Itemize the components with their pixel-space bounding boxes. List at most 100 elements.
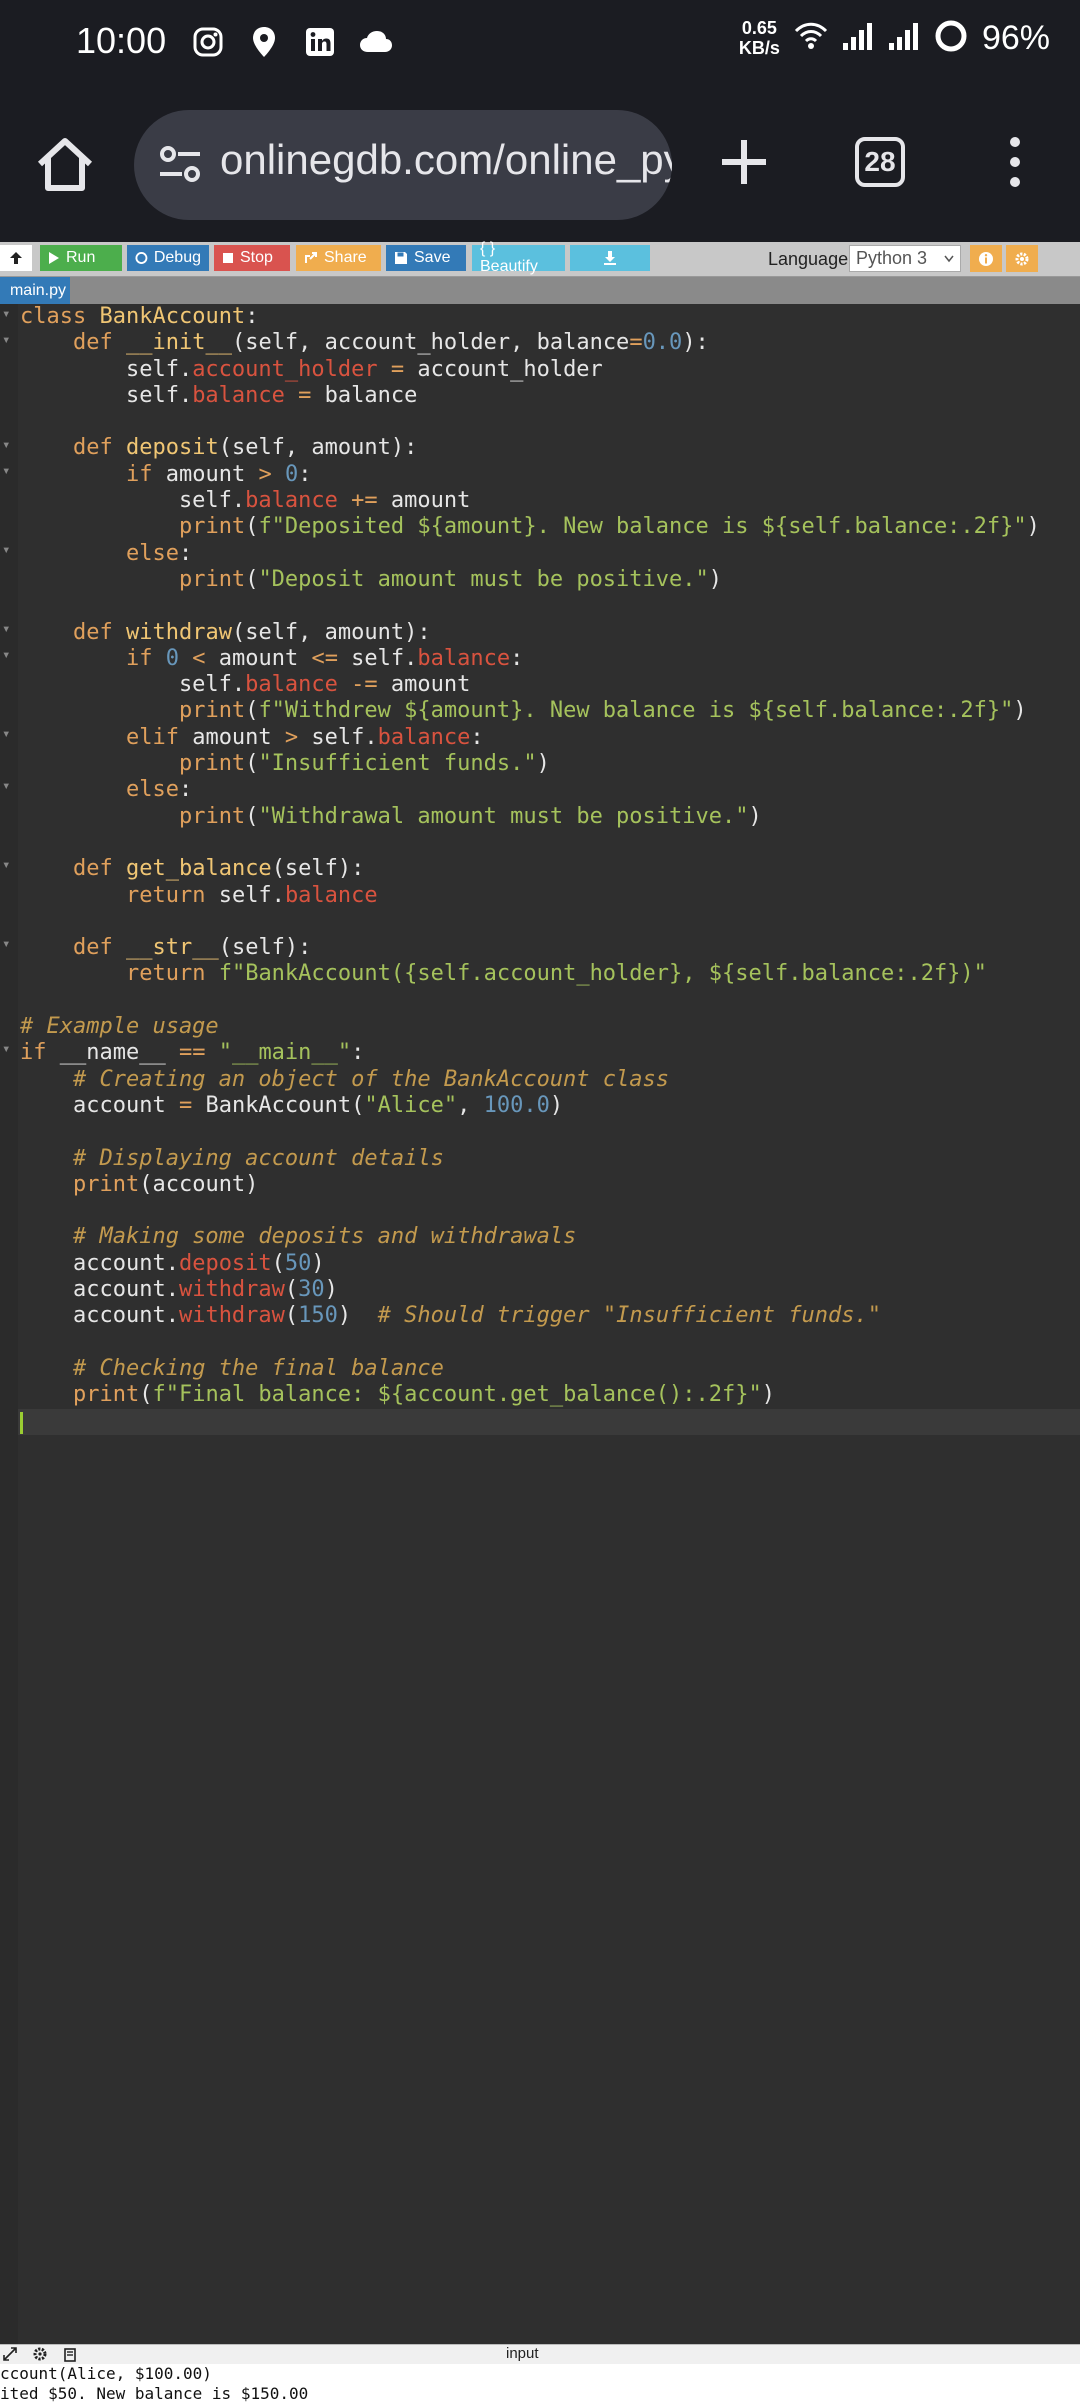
- tab-switcher-button[interactable]: 28: [855, 137, 905, 187]
- language-label: Language: [768, 249, 849, 269]
- code-line: if __name__ == "__main__":: [20, 1040, 365, 1066]
- home-icon: [37, 138, 93, 191]
- debug-label: Debug: [153, 249, 201, 266]
- code-line: return f"BankAccount({self.account_holde…: [125, 961, 987, 987]
- new-tab-button[interactable]: [714, 132, 774, 192]
- clear-output-icon[interactable]: [62, 2346, 78, 2362]
- code-line: def deposit(self, amount):: [72, 435, 418, 461]
- share-button[interactable]: Share: [296, 245, 381, 271]
- browser-menu-button[interactable]: [995, 132, 1035, 192]
- home-button[interactable]: [30, 130, 100, 200]
- code-line: ​: [20, 1408, 1040, 1434]
- stop-icon: [223, 253, 233, 263]
- fold-arrow-icon[interactable]: ▾: [2, 542, 14, 568]
- fold-arrow-icon[interactable]: ▾: [2, 1041, 14, 1067]
- save-button[interactable]: Save: [386, 245, 466, 271]
- debug-button[interactable]: Debug: [127, 245, 209, 271]
- output-console[interactable]: ccount(Alice, $100.00) ited $50. New bal…: [0, 2364, 1080, 2404]
- fold-arrow-icon[interactable]: ▾: [2, 647, 14, 673]
- battery-ring-icon: [934, 19, 968, 57]
- fold-arrow-icon[interactable]: ▾: [2, 463, 14, 489]
- signal-icon: [888, 21, 920, 55]
- status-right: 0.65 KB/s 96%: [739, 18, 1050, 58]
- settings-button[interactable]: [1006, 245, 1038, 272]
- output-header: input: [0, 2344, 1080, 2365]
- fold-arrow-icon[interactable]: ▾: [2, 936, 14, 962]
- info-button[interactable]: [970, 245, 1002, 272]
- code-line: print(f"Final balance: ${account.get_bal…: [72, 1382, 775, 1408]
- fold-arrow-icon[interactable]: ▾: [2, 857, 14, 883]
- code-line: # Displaying account details: [72, 1145, 444, 1171]
- fold-arrow-icon[interactable]: ▾: [2, 726, 14, 752]
- code-line: print(f"Withdrew ${amount}. New balance …: [178, 698, 1027, 724]
- stop-button[interactable]: Stop: [214, 245, 290, 271]
- code-line: if 0 < amount <= self.balance:: [125, 645, 524, 671]
- code-line: account = BankAccount("Alice", 100.0): [20, 1092, 564, 1118]
- file-tab-bar: main.py: [0, 277, 1080, 304]
- run-button[interactable]: Run: [40, 245, 122, 271]
- editor-gutter: ▾ ▾ ▾ ▾ ▾ ▾ ▾ ▾ ▾ ▾ ▾ ▾: [0, 304, 18, 2344]
- code-line: def __str__(self):: [72, 935, 312, 961]
- status-bar: 10:00 0.65 KB/s 96%: [0, 0, 1080, 92]
- code-lines: class BankAccount: def __init__(self, ac…: [20, 304, 1040, 1435]
- code-line: # Creating an object of the BankAccount …: [72, 1066, 670, 1092]
- code-line: # Making some deposits and withdrawals: [72, 1224, 577, 1250]
- code-line: else:: [125, 540, 193, 566]
- save-label: Save: [414, 249, 451, 266]
- download-button[interactable]: [570, 245, 650, 271]
- code-line: ​: [20, 1198, 1040, 1224]
- network-speed: 0.65 KB/s: [739, 18, 780, 58]
- gear-icon: [1015, 252, 1029, 265]
- fold-arrow-icon[interactable]: ▾: [2, 332, 14, 358]
- code-line: def get_balance(self):: [72, 856, 365, 882]
- upload-icon: [10, 252, 22, 264]
- play-icon: [49, 252, 59, 264]
- language-select[interactable]: Python 3: [849, 245, 961, 272]
- fold-arrow-icon[interactable]: ▾: [2, 621, 14, 647]
- plus-icon: [722, 140, 766, 184]
- code-line: ​: [20, 409, 1040, 435]
- code-line: ​: [20, 1330, 1040, 1356]
- wifi-icon: [794, 21, 828, 55]
- code-line: self.balance = balance: [20, 382, 418, 408]
- code-line: # Example usage: [20, 1014, 219, 1040]
- network-speed-unit: KB/s: [738, 38, 780, 58]
- code-line: ​: [20, 1119, 1040, 1145]
- site-settings-icon[interactable]: [156, 140, 206, 190]
- beautify-button[interactable]: { } Beautify: [472, 240, 565, 275]
- upload-button[interactable]: [0, 245, 32, 271]
- code-line: self.account_holder = account_holder: [20, 356, 603, 382]
- output-line: ccount(Alice, $100.00): [0, 2364, 212, 2383]
- instagram-icon: [190, 24, 226, 60]
- code-line: self.balance -= amount: [20, 672, 471, 698]
- cloud-icon: [358, 24, 394, 60]
- fold-arrow-icon[interactable]: ▾: [2, 778, 14, 804]
- fold-arrow-icon[interactable]: ▾: [2, 437, 14, 463]
- output-controls: [2, 2346, 78, 2362]
- stop-label: Stop: [240, 249, 273, 266]
- code-line: print("Withdrawal amount must be positiv…: [178, 803, 762, 829]
- code-line: account.withdraw(150) # Should trigger "…: [20, 1303, 881, 1329]
- code-line: print(f"Deposited ${amount}. New balance…: [178, 514, 1040, 540]
- gear-icon[interactable]: [32, 2346, 48, 2362]
- code-line: ​: [20, 909, 1040, 935]
- signal-icon: [842, 21, 874, 55]
- code-editor[interactable]: ▾ ▾ ▾ ▾ ▾ ▾ ▾ ▾ ▾ ▾ ▾ ▾ class BankAccoun…: [0, 304, 1080, 2344]
- code-line: elif amount > self.balance:: [125, 724, 484, 750]
- beautify-label: { } Beautify: [480, 240, 538, 275]
- network-speed-value: 0.65: [741, 18, 777, 38]
- status-time: 10:00: [76, 20, 167, 61]
- output-label: input: [506, 2345, 539, 2362]
- address-bar[interactable]: onlinegdb.com/online_python_compiler: [134, 110, 672, 220]
- file-tab-main[interactable]: main.py: [0, 277, 70, 304]
- linkedin-icon: [302, 24, 338, 60]
- code-line: account.deposit(50): [20, 1250, 325, 1276]
- code-line: self.balance += amount: [20, 488, 471, 514]
- code-line: # Checking the final balance: [72, 1355, 444, 1381]
- code-line: return self.balance: [125, 882, 378, 908]
- share-icon: [305, 252, 317, 263]
- expand-icon[interactable]: [2, 2346, 18, 2362]
- text-cursor: [20, 1412, 23, 1434]
- maps-pin-icon: [246, 24, 282, 60]
- fold-arrow-icon[interactable]: ▾: [2, 306, 14, 332]
